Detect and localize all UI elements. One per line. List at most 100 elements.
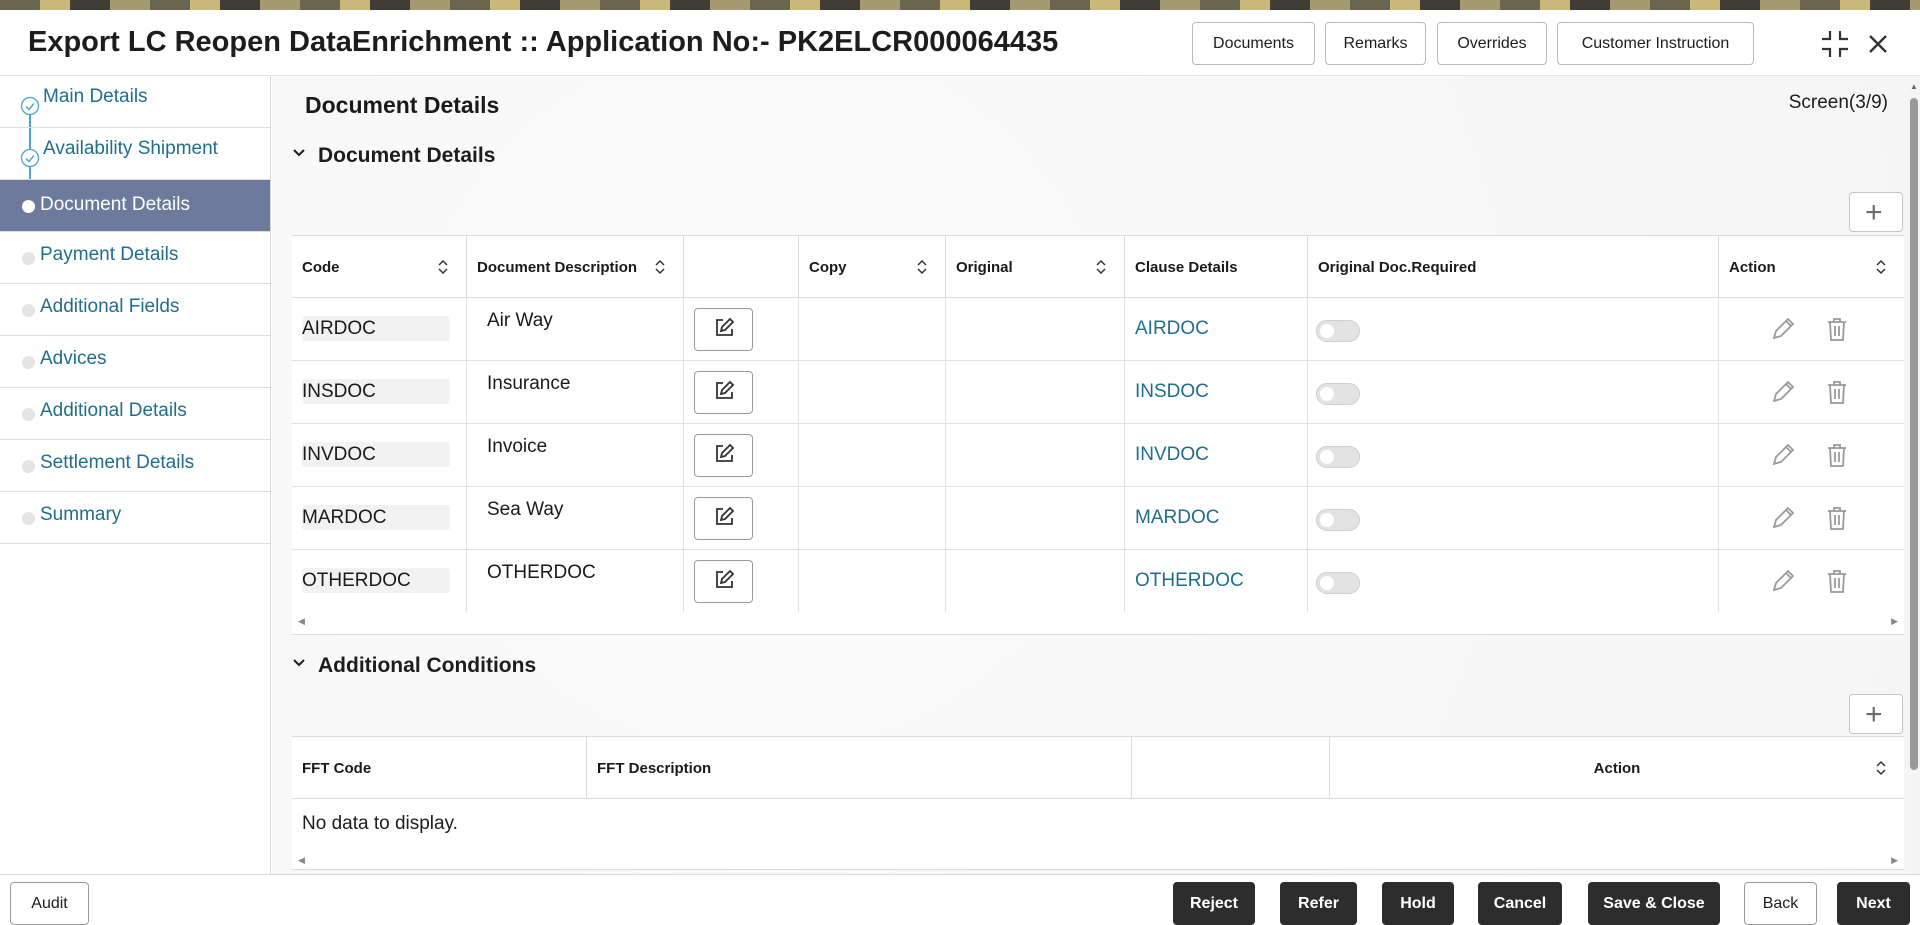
pencil-icon[interactable] bbox=[1769, 378, 1797, 406]
overrides-button[interactable]: Overrides bbox=[1437, 22, 1547, 65]
clause-details-link[interactable]: INVDOC bbox=[1135, 444, 1209, 466]
edit-description-button[interactable] bbox=[694, 497, 753, 540]
trash-icon[interactable] bbox=[1823, 504, 1851, 532]
step-navigation: Main Details Availability Shipment Docum… bbox=[0, 76, 271, 874]
column-header-label: Clause Details bbox=[1135, 259, 1238, 276]
customer-instruction-button[interactable]: Customer Instruction bbox=[1557, 22, 1754, 65]
horizontal-scrollbar[interactable]: ◀ ▶ bbox=[292, 851, 1904, 869]
vertical-scrollbar[interactable]: ▲ bbox=[1908, 76, 1920, 874]
original-required-cell bbox=[1308, 487, 1719, 550]
document-code-field[interactable]: INVDOC bbox=[302, 442, 450, 467]
original-doc-required-toggle[interactable] bbox=[1316, 383, 1360, 405]
sidebar-item-document-details[interactable]: Document Details bbox=[0, 180, 270, 232]
original-doc-required-toggle[interactable] bbox=[1316, 572, 1360, 594]
sidebar-item-additional-details[interactable]: Additional Details bbox=[0, 388, 270, 440]
copy-cell bbox=[799, 361, 946, 424]
document-description: Air Way bbox=[487, 310, 553, 332]
edit-note-icon bbox=[712, 328, 736, 343]
edit-description-button[interactable] bbox=[694, 560, 753, 603]
description-cell: OTHERDOC bbox=[467, 550, 684, 613]
close-icon[interactable] bbox=[1862, 28, 1894, 60]
edit-description-button[interactable] bbox=[694, 371, 753, 414]
hold-button[interactable]: Hold bbox=[1382, 882, 1454, 925]
column-header-copy[interactable]: Copy bbox=[799, 236, 946, 298]
original-doc-required-toggle[interactable] bbox=[1316, 320, 1360, 342]
save-close-button[interactable]: Save & Close bbox=[1588, 882, 1720, 925]
column-header-label: Action bbox=[1594, 760, 1641, 777]
document-code-field[interactable]: INSDOC bbox=[302, 379, 450, 404]
minimize-screen-icon[interactable] bbox=[1819, 28, 1851, 60]
sidebar-item-summary[interactable]: Summary bbox=[0, 492, 270, 544]
pencil-icon[interactable] bbox=[1769, 567, 1797, 595]
refer-button[interactable]: Refer bbox=[1280, 882, 1357, 925]
horizontal-scrollbar[interactable]: ◀ ▶ bbox=[292, 612, 1904, 630]
edit-description-button[interactable] bbox=[694, 434, 753, 477]
sort-icon bbox=[655, 258, 665, 276]
chevron-down-icon bbox=[292, 146, 306, 160]
remarks-button[interactable]: Remarks bbox=[1325, 22, 1426, 65]
sort-icon bbox=[1876, 258, 1886, 276]
window-header: Export LC Reopen DataEnrichment :: Appli… bbox=[0, 10, 1920, 76]
additional-conditions-section-toggle[interactable]: Additional Conditions bbox=[292, 654, 536, 678]
cancel-button[interactable]: Cancel bbox=[1478, 882, 1562, 925]
sidebar-item-settlement-details[interactable]: Settlement Details bbox=[0, 440, 270, 492]
column-header-action[interactable]: Action bbox=[1330, 737, 1904, 799]
clause-cell: OTHERDOC bbox=[1125, 550, 1308, 613]
trash-icon[interactable] bbox=[1823, 315, 1851, 343]
table-row: MARDOCSea WayMARDOC bbox=[292, 487, 1904, 550]
clause-details-link[interactable]: OTHERDOC bbox=[1135, 570, 1244, 592]
main-content: Document Details Screen(3/9) Document De… bbox=[272, 76, 1908, 874]
column-header-label: Copy bbox=[809, 259, 847, 276]
back-button[interactable]: Back bbox=[1744, 882, 1817, 925]
code-cell: OTHERDOC bbox=[292, 550, 467, 613]
pencil-icon[interactable] bbox=[1769, 504, 1797, 532]
document-code-field[interactable]: OTHERDOC bbox=[302, 568, 450, 593]
trash-icon[interactable] bbox=[1823, 441, 1851, 469]
add-document-button[interactable]: + bbox=[1849, 192, 1903, 232]
next-button[interactable]: Next bbox=[1837, 882, 1910, 925]
document-details-section-toggle[interactable]: Document Details bbox=[292, 144, 495, 168]
pencil-icon[interactable] bbox=[1769, 315, 1797, 343]
document-code-field[interactable]: MARDOC bbox=[302, 505, 450, 530]
sidebar-item-additional-fields[interactable]: Additional Fields bbox=[0, 284, 270, 336]
column-header-original[interactable]: Original bbox=[946, 236, 1125, 298]
reject-button[interactable]: Reject bbox=[1173, 882, 1255, 925]
edit-description-button[interactable] bbox=[694, 308, 753, 351]
sidebar-item-main-details[interactable]: Main Details bbox=[0, 76, 270, 128]
documents-button[interactable]: Documents bbox=[1192, 22, 1315, 65]
pencil-icon[interactable] bbox=[1769, 441, 1797, 469]
sidebar-item-label: Settlement Details bbox=[40, 452, 194, 474]
column-header-document-description[interactable]: Document Description bbox=[467, 236, 684, 298]
scroll-left-icon[interactable]: ◀ bbox=[298, 855, 305, 866]
sidebar-item-availability-shipment[interactable]: Availability Shipment bbox=[0, 128, 270, 180]
scroll-up-icon[interactable]: ▲ bbox=[1910, 82, 1918, 91]
clause-cell: INSDOC bbox=[1125, 361, 1308, 424]
edit-note-icon bbox=[712, 454, 736, 469]
scroll-left-icon[interactable]: ◀ bbox=[298, 616, 305, 627]
add-condition-button[interactable]: + bbox=[1849, 694, 1903, 734]
column-header-blank bbox=[1132, 737, 1330, 799]
documents-table: Code Document Description Copy Original … bbox=[292, 235, 1904, 635]
clause-cell: AIRDOC bbox=[1125, 298, 1308, 361]
original-doc-required-toggle[interactable] bbox=[1316, 509, 1360, 531]
sidebar-item-advices[interactable]: Advices bbox=[0, 336, 270, 388]
chevron-down-icon bbox=[292, 656, 306, 670]
screen-indicator: Screen(3/9) bbox=[1789, 92, 1888, 114]
column-header-code[interactable]: Code bbox=[292, 236, 467, 298]
column-header-action[interactable]: Action bbox=[1719, 236, 1904, 298]
trash-icon[interactable] bbox=[1823, 378, 1851, 406]
original-doc-required-toggle[interactable] bbox=[1316, 446, 1360, 468]
clause-details-link[interactable]: MARDOC bbox=[1135, 507, 1219, 529]
scroll-right-icon[interactable]: ▶ bbox=[1891, 616, 1898, 627]
trash-icon[interactable] bbox=[1823, 567, 1851, 595]
sidebar-item-payment-details[interactable]: Payment Details bbox=[0, 232, 270, 284]
clause-details-link[interactable]: AIRDOC bbox=[1135, 318, 1209, 340]
additional-conditions-table: FFT Code FFT Description Action No data … bbox=[292, 736, 1904, 870]
scrollbar-thumb[interactable] bbox=[1910, 98, 1918, 770]
document-code-field[interactable]: AIRDOC bbox=[302, 316, 450, 341]
step-dot bbox=[22, 304, 35, 317]
scroll-right-icon[interactable]: ▶ bbox=[1891, 855, 1898, 866]
audit-button[interactable]: Audit bbox=[10, 882, 89, 925]
edit-cell bbox=[684, 298, 799, 361]
clause-details-link[interactable]: INSDOC bbox=[1135, 381, 1209, 403]
